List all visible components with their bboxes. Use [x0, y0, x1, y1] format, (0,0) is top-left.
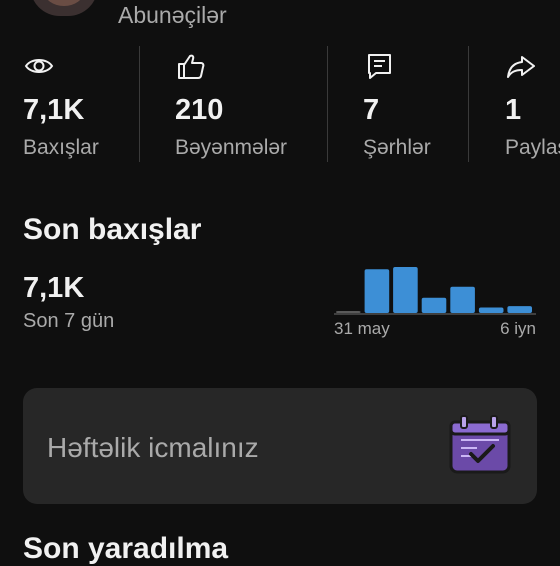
stat-comments-label: Şərhlər	[363, 136, 431, 159]
chart-bar-2-iyn	[393, 267, 418, 313]
calendar-check-icon	[449, 415, 511, 474]
stat-likes-label: Bəyənmələr	[175, 136, 288, 159]
comment-icon	[368, 54, 391, 79]
recent-created-title: Son yaradılma	[23, 532, 229, 565]
stat-likes-value: 210	[175, 94, 224, 126]
recent-views-period: Son 7 gün	[23, 310, 115, 332]
thumbs-up-icon	[178, 54, 205, 79]
stat-views-value: 7,1K	[23, 94, 85, 126]
stat-shares-label: Paylaşımlar	[505, 136, 560, 159]
stat-divider	[468, 46, 469, 162]
recent-views-value: 7,1K	[23, 272, 85, 304]
avatar[interactable]	[30, 0, 98, 16]
stat-divider	[327, 46, 328, 162]
chart-bar-3-iyn	[421, 297, 447, 313]
chart-end-label: 6 iyn	[500, 319, 536, 338]
views-chart[interactable]: 31 may 6 iyn	[332, 258, 538, 342]
recent-views-title: Son baxışlar	[23, 213, 202, 246]
chart-bar-1-iyn	[364, 269, 390, 313]
chart-bar-31-may	[336, 311, 361, 313]
eye-icon	[24, 59, 54, 73]
stat-divider	[139, 46, 140, 162]
weekly-summary-card[interactable]: Həftəlik icmalınız	[23, 388, 537, 504]
weekly-summary-label: Həftəlik icmalınız	[47, 432, 259, 463]
chart-bar-6-iyn	[507, 306, 532, 313]
chart-bar-4-iyn	[450, 286, 475, 313]
share-icon	[507, 56, 535, 78]
stat-shares-value: 1	[505, 94, 522, 126]
stat-shares[interactable]: 1 Paylaşımlar	[505, 46, 560, 164]
stats-row: 7,1K Baxışlar 210 Bəyənmələr 7 Şərhlər 1…	[0, 46, 560, 164]
stat-views-label: Baxışlar	[23, 136, 99, 159]
stat-comments-value: 7	[363, 94, 380, 126]
chart-bar-5-iyn	[478, 307, 504, 313]
channel-header-row: Abunəçilər	[0, 0, 560, 34]
chart-start-label: 31 may	[334, 319, 390, 338]
subscribers-label: Abunəçilər	[118, 2, 227, 28]
